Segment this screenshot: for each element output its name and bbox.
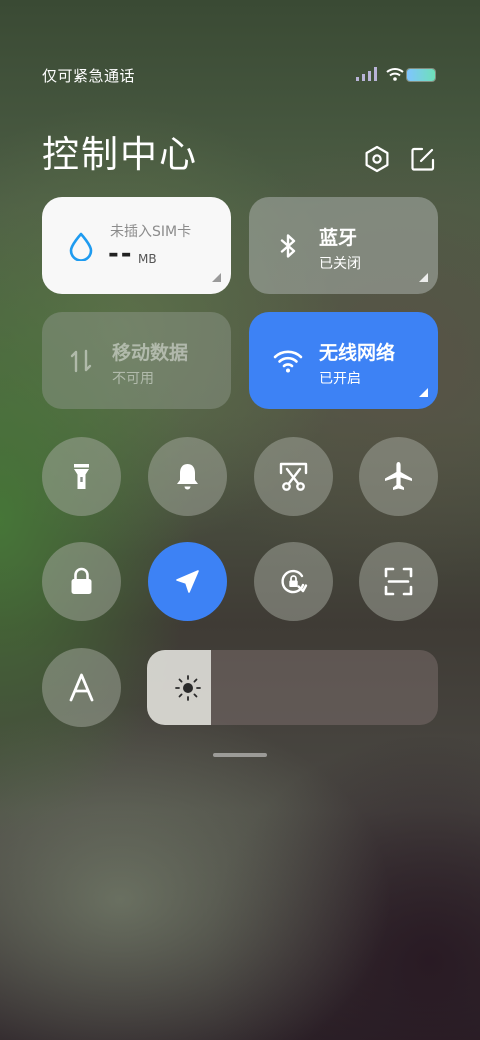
wifi-title: 无线网络 <box>319 342 396 364</box>
brightness-slider[interactable] <box>147 650 438 725</box>
lock-screen-toggle[interactable] <box>42 542 121 621</box>
bell-icon <box>177 464 198 490</box>
flashlight-icon <box>74 464 89 489</box>
data-arrows-icon <box>70 349 92 373</box>
mobile-data-title: 移动数据 <box>112 342 189 364</box>
location-arrow-icon <box>176 570 199 593</box>
page-title: 控制中心 <box>42 133 198 176</box>
wifi-status: 已开启 <box>319 371 361 387</box>
mobile-data-tile[interactable]: 移动数据 不可用 <box>42 312 231 409</box>
bluetooth-tile[interactable]: 蓝牙 已关闭 <box>249 197 438 294</box>
scan-icon <box>384 567 413 596</box>
drag-handle[interactable] <box>213 753 267 757</box>
signal-icon <box>356 67 377 81</box>
edit-icon[interactable] <box>408 144 438 174</box>
flashlight-toggle[interactable] <box>42 437 121 516</box>
bluetooth-icon <box>280 234 296 258</box>
mobile-data-status: 不可用 <box>112 371 154 387</box>
water-drop-icon <box>69 232 93 261</box>
location-toggle[interactable] <box>148 542 227 621</box>
airplane-icon <box>385 462 412 490</box>
data-usage-unit: MB <box>138 252 157 266</box>
expand-corner-icon <box>419 273 428 282</box>
battery-icon <box>407 69 435 81</box>
sun-icon <box>175 675 201 701</box>
auto-rotate-toggle[interactable] <box>254 542 333 621</box>
scissors-icon <box>279 462 308 491</box>
expand-corner-icon <box>419 388 428 397</box>
data-usage-value: -- <box>108 239 134 269</box>
lock-icon <box>71 567 92 594</box>
sim-status-label: 未插入SIM卡 <box>110 224 192 240</box>
hexagon-settings-icon[interactable] <box>362 144 392 174</box>
letter-a-icon <box>69 673 94 702</box>
ringer-toggle[interactable] <box>148 437 227 516</box>
rotate-lock-icon <box>281 569 308 594</box>
wifi-tile[interactable]: 无线网络 已开启 <box>249 312 438 409</box>
carrier-status-text: 仅可紧急通话 <box>42 67 136 85</box>
expand-corner-icon <box>212 273 221 282</box>
data-usage-tile[interactable]: 未插入SIM卡 -- MB <box>42 197 231 294</box>
airplane-mode-toggle[interactable] <box>359 437 438 516</box>
auto-brightness-toggle[interactable] <box>42 648 121 727</box>
scanner-toggle[interactable] <box>359 542 438 621</box>
bluetooth-status: 已关闭 <box>319 256 361 272</box>
bluetooth-title: 蓝牙 <box>319 227 358 249</box>
screenshot-toggle[interactable] <box>254 437 333 516</box>
wifi-status-icon <box>386 68 404 81</box>
wifi-icon <box>273 350 303 373</box>
status-bar: 仅可紧急通话 <box>0 62 480 90</box>
